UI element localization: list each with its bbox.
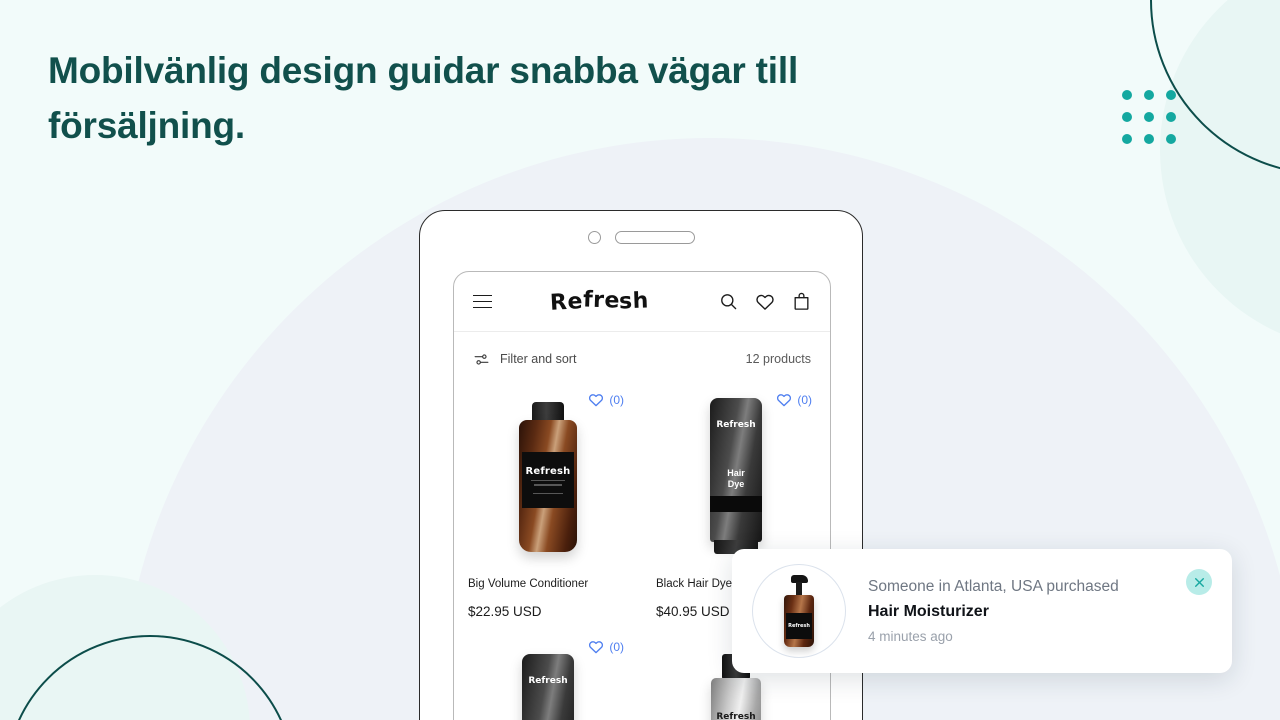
store-header-icons	[719, 292, 811, 312]
camera-icon	[587, 230, 601, 244]
page-headline: Mobilvänlig design guidar snabba vägar t…	[48, 50, 799, 146]
cart-icon[interactable]	[792, 292, 811, 312]
favorite-button[interactable]: (0)	[588, 392, 624, 408]
notification-timestamp: 4 minutes ago	[868, 629, 953, 644]
grid-dot	[1166, 112, 1176, 122]
favorite-count: (0)	[797, 393, 812, 407]
tube-brand-label: Refresh	[528, 676, 568, 686]
outline-ring-bottom-left	[5, 635, 295, 720]
notification-product-thumbnail: Refresh	[752, 564, 846, 658]
phone-notch	[420, 211, 862, 263]
notification-message: Someone in Atlanta, USA purchased	[868, 578, 1119, 595]
black-tube-artwork: Refresh Hair Dye	[710, 398, 762, 556]
pump-bottle-artwork: Refresh	[784, 575, 814, 647]
speaker-grille	[614, 230, 695, 244]
product-card[interactable]: Refresh (0) Big Volume Conditioner $22.9…	[454, 386, 642, 633]
heart-icon[interactable]	[755, 292, 775, 312]
heart-icon	[777, 394, 792, 407]
thumb-brand-label: Refresh	[788, 623, 810, 629]
product-count: 12 products	[745, 352, 811, 366]
product-image: Refresh (0)	[468, 386, 628, 568]
store-header: Refresh	[454, 272, 830, 332]
outline-ring-top-right	[1150, 0, 1280, 175]
grid-dot	[1144, 112, 1154, 122]
search-icon[interactable]	[719, 292, 738, 311]
background-circle-mint-top-right	[1160, 0, 1280, 350]
notification-text: Someone in Atlanta, USA purchased Hair M…	[868, 578, 1186, 644]
filter-and-sort-label: Filter and sort	[500, 352, 577, 366]
store-logo-part-2: fre	[582, 287, 620, 314]
grid-dot	[1144, 134, 1154, 144]
favorite-count: (0)	[609, 640, 624, 654]
purchase-notification[interactable]: Refresh Someone in Atlanta, USA purchase…	[732, 549, 1232, 673]
product-image: Refresh Hair Dye (0)	[656, 386, 816, 568]
heart-icon	[589, 394, 604, 407]
close-icon[interactable]	[1186, 569, 1212, 595]
product-price: $22.95 USD	[468, 604, 542, 619]
page-root: Mobilvänlig design guidar snabba vägar t…	[0, 0, 1280, 720]
tube-product-label: Hair Dye	[727, 468, 745, 490]
grid-dot	[1122, 134, 1132, 144]
grid-dot	[1166, 90, 1176, 100]
dot-grid-decoration	[1122, 90, 1176, 144]
heart-icon	[589, 641, 604, 654]
favorite-count: (0)	[609, 393, 624, 407]
favorite-button[interactable]: (0)	[588, 639, 624, 655]
store-logo-part-3: sh	[619, 288, 650, 315]
tube-brand-label: Refresh	[716, 420, 756, 430]
store-logo[interactable]: Refresh	[486, 287, 713, 316]
grid-dot	[1144, 90, 1154, 100]
product-title: Big Volume Conditioner	[468, 578, 589, 590]
filter-and-sort-button[interactable]: Filter and sort	[473, 351, 576, 368]
notification-product-name: Hair Moisturizer	[868, 603, 989, 620]
can-brand-label: Refresh	[716, 712, 756, 720]
store-logo-part-1: Re	[549, 289, 584, 316]
product-card[interactable]: Refresh (0)	[454, 633, 642, 720]
grid-dot	[1166, 134, 1176, 144]
product-image: Refresh (0)	[468, 633, 628, 720]
black-tube-artwork: Refresh	[522, 654, 574, 720]
grid-dot	[1122, 112, 1132, 122]
bottle-brand-label: Refresh	[525, 465, 571, 477]
grid-dot	[1122, 90, 1132, 100]
background-circle-mint-bottom-left	[0, 575, 250, 720]
filter-sort-icon	[474, 353, 489, 365]
amber-bottle-artwork: Refresh	[519, 402, 577, 552]
filter-bar: Filter and sort 12 products	[454, 332, 830, 386]
favorite-button[interactable]: (0)	[776, 392, 812, 408]
